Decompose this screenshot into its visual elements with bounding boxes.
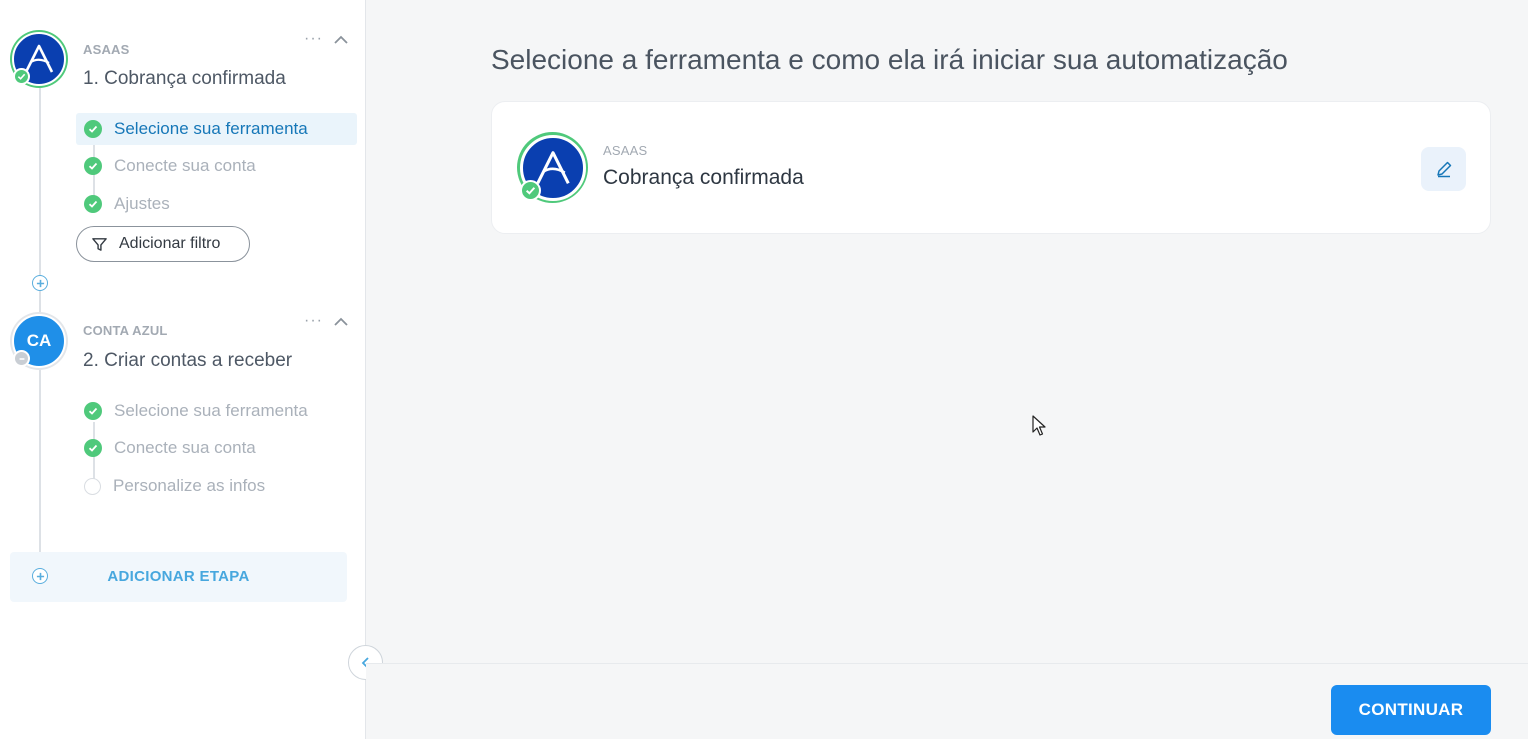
continue-button[interactable]: CONTINUAR [1331,685,1491,735]
step-1-substep-settings[interactable]: Ajustes [76,188,357,220]
card-app-label: ASAAS [603,143,648,158]
step-1-substep-connect-account[interactable]: Conecte sua conta [76,150,357,182]
step-2-chevron-up-icon[interactable] [331,314,351,330]
step-2-substep-select-tool[interactable]: Selecione sua ferramenta [76,395,357,427]
selected-tool-card[interactable]: ASAAS Cobrança confirmada [491,101,1491,234]
check-circle-icon [84,157,102,175]
insert-step-plus-icon[interactable] [32,275,48,291]
step-1-substep-select-tool[interactable]: Selecione sua ferramenta [76,113,357,145]
add-step-label: ADICIONAR ETAPA [107,568,250,585]
pencil-icon [1436,161,1451,178]
step-2-more-icon[interactable]: ··· [304,312,323,330]
substep-label: Selecione sua ferramenta [114,401,308,420]
substep-label: Conecte sua conta [114,156,256,175]
step-2-app-label: CONTA AZUL [83,323,168,338]
step-1-more-icon[interactable]: ··· [304,30,323,48]
substep-label: Selecione sua ferramenta [114,119,308,138]
substep-label: Ajustes [114,194,170,213]
mouse-cursor-icon [1032,415,1046,436]
add-step-button[interactable]: ADICIONAR ETAPA [10,552,347,602]
add-filter-button[interactable]: Adicionar filtro [76,226,250,262]
page-title: Selecione a ferramenta e como ela irá in… [491,44,1288,75]
check-circle-icon [84,120,102,138]
check-circle-icon [84,402,102,420]
step-1-done-icon [13,68,30,85]
card-done-icon [520,180,541,201]
step-2-pending-icon [13,350,30,367]
edit-button[interactable] [1421,147,1466,191]
filter-icon [92,237,107,251]
check-circle-icon [84,439,102,457]
step-1-title[interactable]: 1. Cobrança confirmada [83,68,286,90]
sidebar: ASAAS 1. Cobrança confirmada ··· Selecio… [0,0,366,739]
step-1-chevron-up-icon[interactable] [331,32,351,48]
step-2-title[interactable]: 2. Criar contas a receber [83,350,292,372]
asaas-logo-icon [535,150,570,184]
add-filter-label: Adicionar filtro [119,235,221,252]
step-1-app-label: ASAAS [83,42,130,57]
check-circle-icon [84,195,102,213]
substep-label: Conecte sua conta [114,438,256,457]
card-title: Cobrança confirmada [603,166,804,189]
substep-label: Personalize as infos [113,476,266,495]
empty-circle-icon [84,477,101,495]
step-2-substep-connect-account[interactable]: Conecte sua conta [76,432,357,464]
step-2-substep-customize-info[interactable]: Personalize as infos [76,470,357,502]
